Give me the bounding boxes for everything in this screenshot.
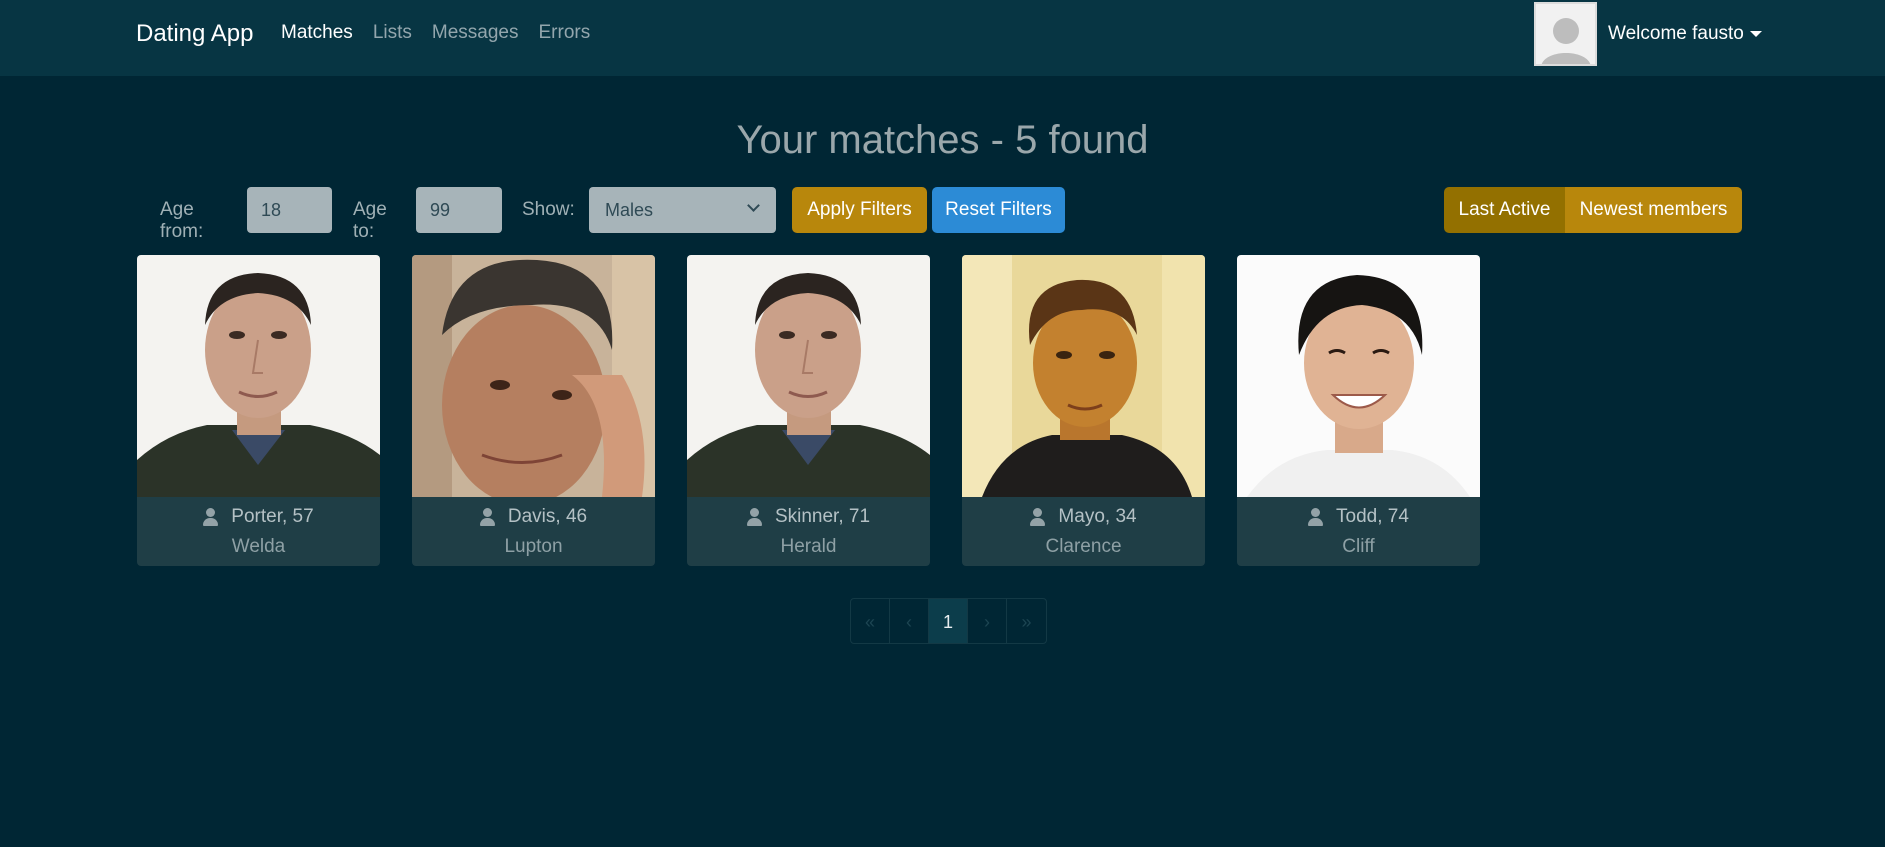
apply-filters-button[interactable]: Apply Filters	[792, 187, 927, 233]
user-placeholder-icon	[1536, 4, 1595, 64]
user-icon	[479, 508, 495, 526]
member-card[interactable]: Porter, 57 Welda	[137, 255, 380, 566]
member-photo	[412, 255, 655, 497]
member-name-row: Todd, 74	[1237, 506, 1480, 528]
member-photo	[1237, 255, 1480, 497]
caret-down-icon	[1749, 31, 1762, 37]
member-card[interactable]: Todd, 74 Cliff	[1237, 255, 1480, 566]
age-to-input[interactable]	[416, 187, 502, 233]
nav-links: Matches Lists Messages Errors	[281, 22, 610, 44]
gender-select-value: Males	[605, 200, 654, 220]
member-caption: Davis, 46 Lupton	[412, 497, 655, 566]
pagination-next[interactable]: ›	[968, 599, 1007, 643]
user-dropdown-toggle[interactable]: Welcome fausto	[1608, 23, 1762, 45]
user-icon	[1030, 508, 1046, 526]
member-photo	[962, 255, 1205, 497]
age-from-label: Age from:	[160, 199, 204, 242]
member-caption: Skinner, 71 Herald	[687, 497, 930, 566]
member-photo	[687, 255, 930, 497]
reset-filters-button[interactable]: Reset Filters	[932, 187, 1065, 233]
pagination-prev[interactable]: ‹	[890, 599, 929, 643]
member-name-row: Davis, 46	[412, 506, 655, 528]
member-card[interactable]: Skinner, 71 Herald	[687, 255, 930, 566]
nav-link-lists[interactable]: Lists	[373, 22, 412, 44]
member-name-age: Porter, 57	[231, 506, 314, 527]
pagination: « ‹ 1 › »	[850, 598, 1047, 644]
nav-link-matches[interactable]: Matches	[281, 22, 353, 44]
member-caption: Mayo, 34 Clarence	[962, 497, 1205, 566]
page-title: Your matches - 5 found	[736, 118, 1149, 162]
member-card[interactable]: Mayo, 34 Clarence	[962, 255, 1205, 566]
brand-link[interactable]: Dating App	[136, 20, 253, 48]
member-name-age: Davis, 46	[507, 506, 588, 527]
sort-newest-members-button[interactable]: Newest members	[1565, 187, 1742, 233]
navbar: Dating App Matches Lists Messages Errors…	[0, 0, 1885, 76]
nav-link-messages[interactable]: Messages	[432, 22, 519, 44]
member-city: Herald	[780, 536, 837, 557]
member-photo	[137, 255, 380, 497]
pagination-first[interactable]: «	[851, 599, 890, 643]
user-menu: Welcome fausto	[1534, 2, 1762, 66]
member-name-age: Mayo, 34	[1058, 506, 1137, 527]
user-avatar	[1534, 2, 1597, 66]
welcome-text: Welcome fausto	[1608, 23, 1744, 44]
member-caption: Todd, 74 Cliff	[1237, 497, 1480, 566]
gender-select[interactable]: Males	[589, 187, 776, 233]
member-city: Cliff	[1342, 536, 1375, 557]
member-caption: Porter, 57 Welda	[137, 497, 380, 566]
age-to-label: Age to:	[353, 199, 387, 242]
user-icon	[203, 508, 219, 526]
user-icon	[1308, 508, 1324, 526]
member-name-age: Skinner, 71	[774, 506, 871, 527]
sort-button-group: Last Active Newest members	[1444, 187, 1742, 233]
member-name-row: Porter, 57	[137, 506, 380, 528]
chevron-down-icon	[747, 199, 760, 212]
member-city: Clarence	[1045, 536, 1122, 557]
pagination-page-1[interactable]: 1	[929, 599, 968, 643]
sort-last-active-button[interactable]: Last Active	[1444, 187, 1565, 233]
user-icon	[746, 508, 762, 526]
pagination-last[interactable]: »	[1007, 599, 1046, 643]
member-name-age: Todd, 74	[1336, 506, 1409, 527]
age-from-input[interactable]	[247, 187, 332, 233]
member-name-row: Skinner, 71	[687, 506, 930, 528]
nav-link-errors[interactable]: Errors	[539, 22, 591, 44]
member-card[interactable]: Davis, 46 Lupton	[412, 255, 655, 566]
member-city: Welda	[231, 536, 286, 557]
member-name-row: Mayo, 34	[962, 506, 1205, 528]
show-label: Show:	[522, 199, 575, 220]
member-city: Lupton	[504, 536, 563, 557]
